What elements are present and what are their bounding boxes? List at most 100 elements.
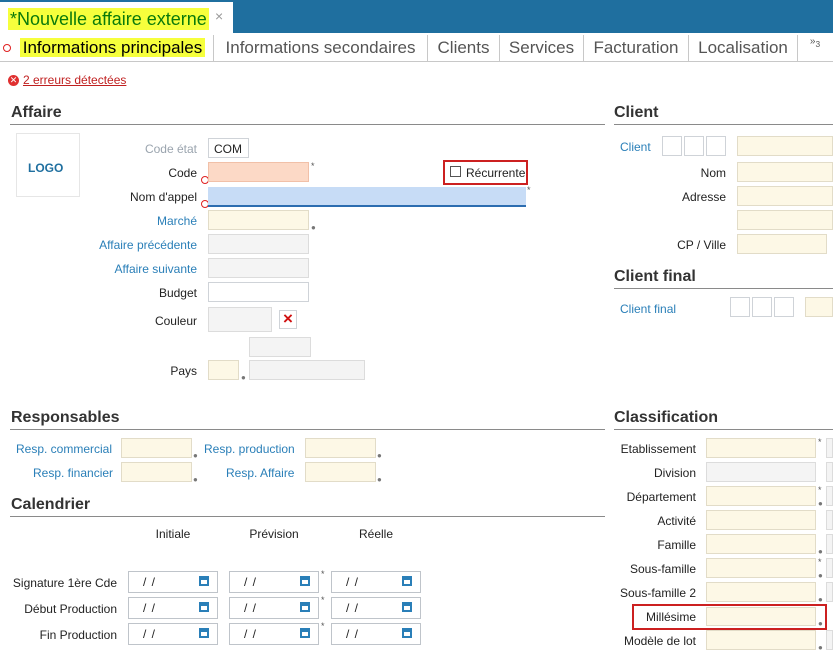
calendar-icon[interactable] (199, 576, 209, 586)
section-client-final-title: Client final (614, 268, 696, 285)
pin-icon: ● (818, 619, 823, 628)
tab-services[interactable]: Services (500, 35, 584, 61)
date-text: / / (244, 627, 258, 641)
division-input[interactable] (706, 462, 816, 482)
departement-input[interactable] (706, 486, 816, 506)
affaire-suivante-input[interactable] (208, 258, 309, 278)
calendar-icon[interactable] (402, 628, 412, 638)
section-classification-title: Classification (614, 409, 719, 426)
resp-commercial-input[interactable] (121, 438, 192, 458)
recurrente-checkbox[interactable] (450, 166, 461, 177)
millesime-input[interactable] (706, 607, 816, 626)
etablissement-input[interactable] (706, 438, 816, 458)
tab-localisation[interactable]: Localisation (689, 35, 798, 61)
sous-famille-2-input[interactable] (706, 582, 816, 602)
document-title[interactable]: *Nouvelle affaire externe (8, 8, 209, 30)
date-prevision-input[interactable]: / / (229, 597, 319, 619)
resp-commercial-label[interactable]: Resp. commercial (16, 442, 112, 456)
client-final-label[interactable]: Client final (620, 302, 676, 316)
client-code-part[interactable] (684, 136, 704, 156)
marche-label[interactable]: Marché (90, 214, 197, 228)
date-reelle-input[interactable]: / / (331, 623, 421, 645)
pin-icon: ● (818, 643, 823, 652)
client-cp-input[interactable] (737, 234, 827, 254)
classification-label: Etablissement (620, 442, 696, 456)
affaire-precedente-input[interactable] (208, 234, 309, 254)
calendar-icon[interactable] (300, 602, 310, 612)
famille-name-field (826, 534, 833, 554)
client-cp-ville-label: CP / Ville (677, 238, 726, 252)
calendar-icon[interactable] (402, 576, 412, 586)
client-label[interactable]: Client (620, 140, 651, 154)
tab-informations-secondaires[interactable]: Informations secondaires (214, 35, 428, 61)
client-code-part[interactable] (706, 136, 726, 156)
nom-appel-label: Nom d'appel (130, 190, 197, 204)
calendar-row-label: Fin Production (39, 628, 117, 642)
required-marker: * (527, 185, 531, 195)
code-label: Code (168, 166, 197, 180)
date-prevision-input[interactable]: / / (229, 571, 319, 593)
column-reelle: Réelle (358, 527, 394, 541)
resp-production-input[interactable] (305, 438, 376, 458)
activite-name-field (826, 510, 833, 530)
close-icon[interactable]: × (215, 8, 223, 24)
resp-affaire-input[interactable] (305, 462, 376, 482)
date-prevision-input[interactable]: / / (229, 623, 319, 645)
budget-label: Budget (158, 286, 197, 300)
resp-financier-input[interactable] (121, 462, 192, 482)
date-text: / / (346, 627, 360, 641)
code-input[interactable] (208, 162, 309, 182)
marche-input[interactable] (208, 210, 309, 230)
recurrente-label[interactable]: Récurrente (466, 166, 525, 180)
pin-icon: ● (241, 373, 246, 382)
modele-de-lot-input[interactable] (706, 630, 816, 650)
classification-label: Modèle de lot (623, 634, 696, 648)
pays-code-input[interactable] (208, 360, 239, 380)
budget-input[interactable] (208, 282, 309, 302)
date-initiale-input[interactable]: / / (128, 571, 218, 593)
required-marker: * (818, 437, 822, 447)
tab-informations-principales[interactable]: Informations principales (12, 35, 214, 61)
resp-affaire-label[interactable]: Resp. Affaire (226, 466, 294, 480)
errors-link[interactable]: 2 erreurs détectées (23, 73, 126, 87)
classification-label: Division (653, 466, 696, 480)
client-input[interactable] (737, 136, 833, 156)
column-initiale: Initiale (155, 527, 191, 541)
classification-label: Département (626, 490, 696, 504)
classification-label: Activité (657, 514, 696, 528)
client-nom-input[interactable] (737, 162, 833, 182)
client-final-input[interactable] (805, 297, 833, 317)
classification-label: Sous-famille (629, 562, 696, 576)
couleur-swatch[interactable] (208, 307, 272, 332)
client-final-code-part[interactable] (774, 297, 794, 317)
date-reelle-input[interactable]: / / (331, 597, 421, 619)
date-initiale-input[interactable]: / / (128, 597, 218, 619)
affaire-suivante-label[interactable]: Affaire suivante (60, 262, 198, 276)
clear-color-button[interactable]: × (279, 310, 297, 329)
client-adresse-input-1[interactable] (737, 186, 833, 206)
affaire-precedente-label[interactable]: Affaire précédente (60, 238, 197, 252)
nom-appel-input[interactable] (208, 187, 526, 207)
client-code-part[interactable] (662, 136, 682, 156)
calendar-row-label: Début Production (24, 602, 117, 616)
calendar-icon[interactable] (402, 602, 412, 612)
tab-clients[interactable]: Clients (428, 35, 500, 61)
tab-facturation[interactable]: Facturation (584, 35, 689, 61)
calendar-icon[interactable] (300, 576, 310, 586)
tab-overflow-button[interactable]: »3 (798, 35, 832, 61)
resp-production-label[interactable]: Resp. production (204, 442, 295, 456)
calendar-icon[interactable] (199, 602, 209, 612)
famille-input[interactable] (706, 534, 816, 554)
client-final-code-part[interactable] (752, 297, 772, 317)
sous-famille-input[interactable] (706, 558, 816, 578)
required-marker: * (818, 557, 822, 567)
resp-financier-label[interactable]: Resp. financier (33, 466, 113, 480)
calendar-icon[interactable] (300, 628, 310, 638)
calendar-icon[interactable] (199, 628, 209, 638)
client-adresse-input-2[interactable] (737, 210, 833, 230)
client-final-code-part[interactable] (730, 297, 750, 317)
date-reelle-input[interactable]: / / (331, 571, 421, 593)
date-initiale-input[interactable]: / / (128, 623, 218, 645)
activite-input[interactable] (706, 510, 816, 530)
date-text: / / (244, 601, 258, 615)
